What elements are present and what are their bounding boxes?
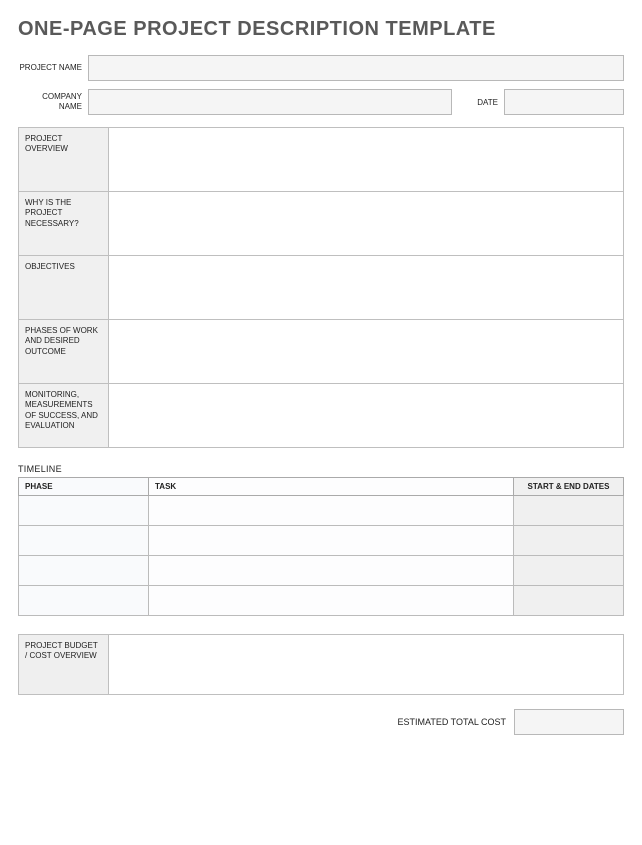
timeline-dates-cell[interactable] — [514, 556, 624, 586]
timeline-phase-cell[interactable] — [19, 526, 149, 556]
page-title: ONE-PAGE PROJECT DESCRIPTION TEMPLATE — [18, 18, 624, 41]
timeline-col-phase: PHASE — [19, 478, 149, 496]
timeline-col-dates: START & END DATES — [514, 478, 624, 496]
budget-table: PROJECT BUDGET / COST OVERVIEW — [18, 634, 624, 695]
section-row: WHY IS THE PROJECT NECESSARY? — [19, 192, 624, 256]
section-label: PROJECT OVERVIEW — [19, 128, 109, 192]
timeline-task-cell[interactable] — [149, 526, 514, 556]
company-date-row: COMPANY NAME DATE — [18, 89, 624, 115]
total-cost-label: ESTIMATED TOTAL COST — [397, 717, 506, 727]
company-name-field[interactable] — [88, 89, 452, 115]
date-field[interactable] — [504, 89, 624, 115]
project-name-label: PROJECT NAME — [18, 63, 88, 73]
section-value[interactable] — [109, 256, 624, 320]
project-name-field[interactable] — [88, 55, 624, 81]
timeline-row — [19, 586, 624, 616]
sections-table: PROJECT OVERVIEW WHY IS THE PROJECT NECE… — [18, 127, 624, 448]
timeline-row — [19, 496, 624, 526]
section-label: PHASES OF WORK AND DESIRED OUTCOME — [19, 320, 109, 384]
timeline-phase-cell[interactable] — [19, 586, 149, 616]
section-label: WHY IS THE PROJECT NECESSARY? — [19, 192, 109, 256]
timeline-header-row: PHASE TASK START & END DATES — [19, 478, 624, 496]
total-cost-field[interactable] — [514, 709, 624, 735]
timeline-row — [19, 526, 624, 556]
timeline-table: PHASE TASK START & END DATES — [18, 477, 624, 616]
project-name-row: PROJECT NAME — [18, 55, 624, 81]
budget-row: PROJECT BUDGET / COST OVERVIEW — [19, 635, 624, 695]
section-row: MONITORING, MEASUREMENTS OF SUCCESS, AND… — [19, 384, 624, 448]
budget-label: PROJECT BUDGET / COST OVERVIEW — [19, 635, 109, 695]
date-label: DATE — [464, 98, 504, 107]
company-name-label: COMPANY NAME — [18, 92, 88, 111]
section-value[interactable] — [109, 192, 624, 256]
timeline-dates-cell[interactable] — [514, 586, 624, 616]
section-label: MONITORING, MEASUREMENTS OF SUCCESS, AND… — [19, 384, 109, 448]
section-row: PROJECT OVERVIEW — [19, 128, 624, 192]
timeline-phase-cell[interactable] — [19, 556, 149, 586]
timeline-dates-cell[interactable] — [514, 496, 624, 526]
timeline-phase-cell[interactable] — [19, 496, 149, 526]
section-row: OBJECTIVES — [19, 256, 624, 320]
timeline-task-cell[interactable] — [149, 586, 514, 616]
section-value[interactable] — [109, 320, 624, 384]
timeline-task-cell[interactable] — [149, 556, 514, 586]
total-row: ESTIMATED TOTAL COST — [18, 709, 624, 735]
timeline-task-cell[interactable] — [149, 496, 514, 526]
section-label: OBJECTIVES — [19, 256, 109, 320]
budget-value[interactable] — [109, 635, 624, 695]
section-value[interactable] — [109, 128, 624, 192]
timeline-dates-cell[interactable] — [514, 526, 624, 556]
timeline-row — [19, 556, 624, 586]
timeline-heading: TIMELINE — [18, 464, 624, 474]
section-row: PHASES OF WORK AND DESIRED OUTCOME — [19, 320, 624, 384]
timeline-col-task: TASK — [149, 478, 514, 496]
section-value[interactable] — [109, 384, 624, 448]
